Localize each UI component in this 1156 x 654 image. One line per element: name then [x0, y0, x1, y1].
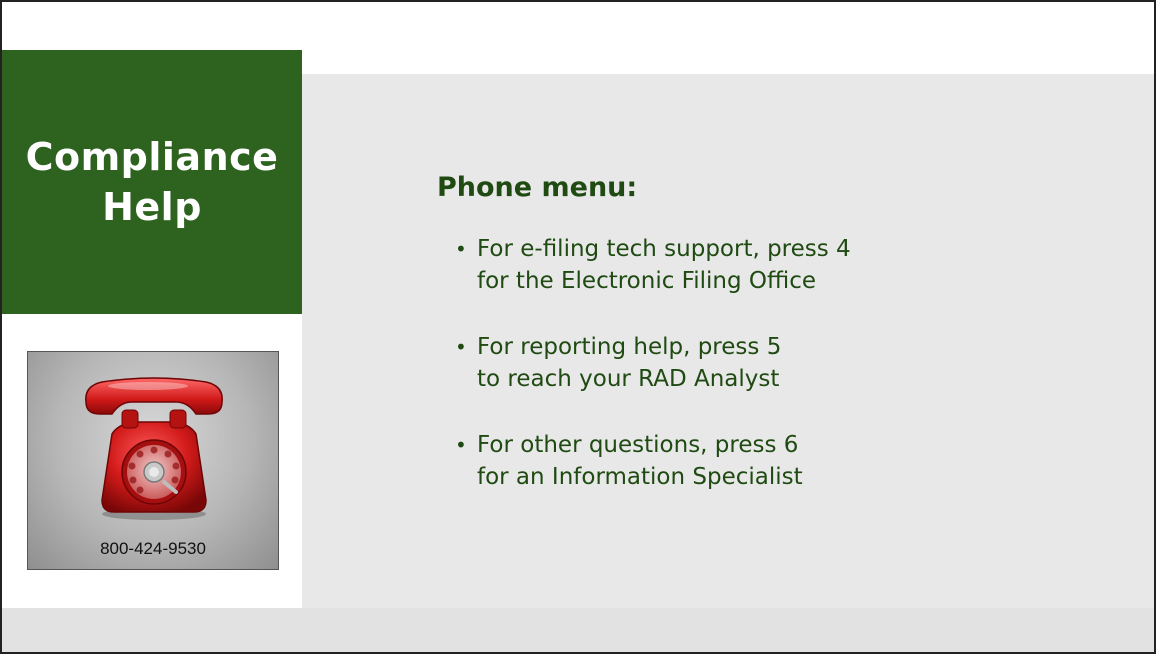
menu-item-line-1: For e-filing tech support, press 4 [477, 236, 851, 262]
menu-heading: Phone menu: [437, 172, 638, 203]
menu-item-line-1: For reporting help, press 5 [477, 334, 782, 360]
bullet-icon: • [455, 237, 467, 261]
menu-item: • For reporting help, press 5 to reach y… [455, 331, 1117, 395]
red-rotary-telephone-icon [85, 377, 223, 520]
phone-number: 800-424-9530 [100, 539, 206, 558]
bottom-band [2, 608, 1154, 652]
menu-item-line-1: For other questions, press 6 [477, 432, 799, 458]
phone-card: 800-424-9530 [27, 351, 279, 570]
slide: Compliance Help 800-424-9530 Phone menu:… [0, 0, 1156, 654]
title-box: Compliance Help [2, 50, 302, 314]
menu-item: • For other questions, press 6 for an In… [455, 429, 1117, 493]
title-line-1: Compliance [25, 135, 279, 179]
bullet-icon: • [455, 433, 467, 457]
bullet-icon: • [455, 335, 467, 359]
menu-item: • For e-filing tech support, press 4 for… [455, 233, 1117, 297]
menu-item-line-2: for the Electronic Filing Office [477, 268, 817, 294]
menu-item-line-2: for an Information Specialist [477, 464, 803, 490]
menu-item-line-2: to reach your RAD Analyst [477, 366, 780, 392]
phone-menu: Phone menu: • For e-filing tech support,… [437, 169, 1137, 490]
title-line-2: Help [102, 185, 202, 229]
